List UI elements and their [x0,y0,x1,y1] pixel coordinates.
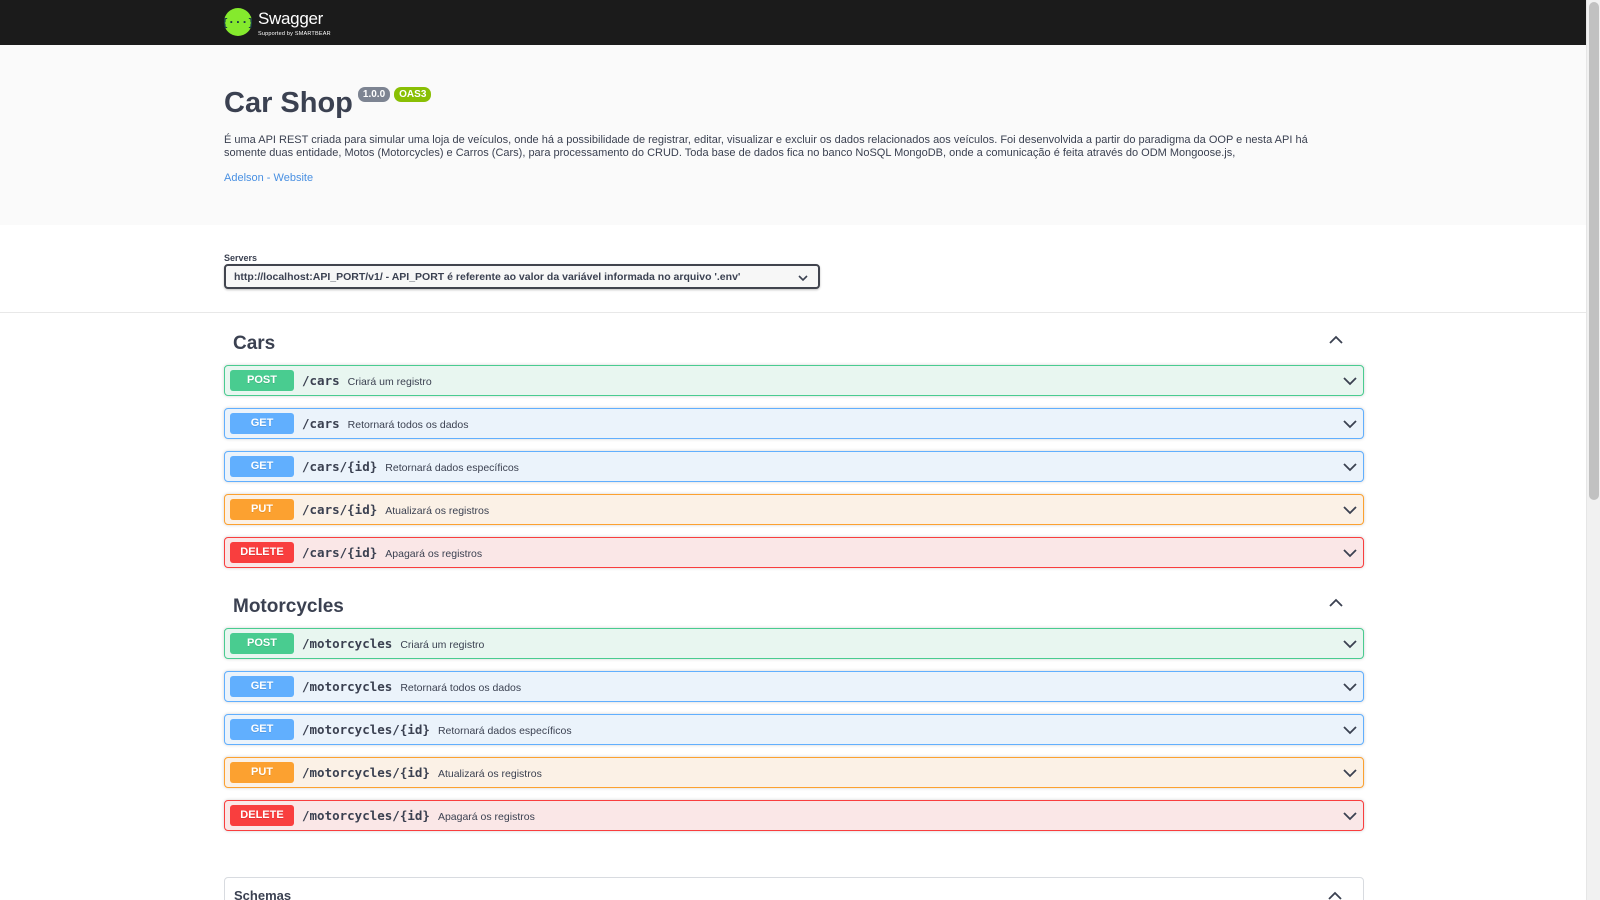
operation-path: /cars/{id} Atualizará os registros [302,502,490,517]
operation-path: /motorcycles Criará um registro [302,636,485,651]
chevron-down-icon[interactable] [1342,374,1358,392]
chevron-down-icon[interactable] [1342,503,1358,521]
operation-delete-motorcycle[interactable]: DELETE /motorcycles/{id} Apagará os regis… [224,800,1364,831]
api-description: É uma API REST criada para simular uma l… [224,134,1308,159]
logo-subtitle: Supported by SMARTBEAR [258,31,331,37]
operation-post-cars[interactable]: POST /cars Criará um registro [224,365,1364,396]
method-badge: GET [230,456,294,477]
version-badge: 1.0.0 [357,87,391,102]
api-title-row: Car Shop 1.0.0 OAS3 [224,85,432,121]
api-title: Car Shop [224,87,353,119]
method-badge: PUT [230,762,294,783]
operation-get-cars[interactable]: GET /cars Retornará todos os dados [224,408,1364,439]
operation-get-car-by-id[interactable]: GET /cars/{id} Retornará dados específico… [224,451,1364,482]
oas-badge: OAS3 [394,87,432,102]
operation-summary: Retornará dados específicos [437,725,572,737]
swagger-ui-page: {···} Swagger Supported by SMARTBEAR Car… [0,0,1600,900]
chevron-up-icon[interactable] [1327,889,1343,900]
operation-path: /motorcycles/{id} Retornará dados específ… [302,722,572,737]
operation-summary: Apagará os registros [437,811,535,823]
chevron-down-icon[interactable] [1342,809,1358,827]
swagger-logo-icon: {···} [224,8,252,36]
operation-summary: Apagará os registros [385,548,483,560]
tag-title: Motorcycles [233,596,344,617]
chevron-down-icon[interactable] [1342,417,1358,435]
operation-delete-car[interactable]: DELETE /cars/{id} Apagará os registros [224,537,1364,568]
servers-select[interactable]: http://localhost:API_PORT/v1/ - API_PORT… [224,264,820,289]
tag-header-cars[interactable]: Cars [224,313,1364,368]
operation-path: /motorcycles/{id} Apagará os registros [302,808,535,823]
operation-path: /cars/{id} Apagará os registros [302,545,483,560]
svg-text:{···}: {···} [224,16,252,29]
method-badge: GET [230,413,294,434]
servers-selected-value: http://localhost:API_PORT/v1/ - API_PORT… [234,271,741,283]
method-badge: PUT [230,499,294,520]
operation-post-motorcycles[interactable]: POST /motorcycles Criará um registro [224,628,1364,659]
operation-summary: Retornará dados específicos [385,462,519,474]
chevron-down-icon[interactable] [1342,680,1358,698]
servers-section: Servers http://localhost:API_PORT/v1/ - … [0,225,1586,313]
operation-summary: Atualizará os registros [385,505,490,517]
operation-summary: Criará um registro [400,639,485,651]
operation-summary: Retornará todos os dados [400,682,522,694]
chevron-down-icon[interactable] [1342,546,1358,564]
operation-summary: Retornará todos os dados [347,419,469,431]
operation-path: /cars/{id} Retornará dados específicos [302,459,519,474]
tag-title: Cars [233,333,276,354]
swagger-logo-link[interactable]: {···} Swagger Supported by SMARTBEAR [224,6,348,38]
servers-label: Servers [224,253,258,263]
operation-path: /cars Retornará todos os dados [302,416,469,431]
tag-header-motorcycles[interactable]: Motorcycles [224,576,1364,631]
topbar: {···} Swagger Supported by SMARTBEAR [0,0,1586,45]
chevron-down-icon[interactable] [1342,637,1358,655]
operations-area: Cars POST /cars Criará um registro GET /c… [0,313,1586,900]
chevron-down-icon[interactable] [1342,460,1358,478]
operation-get-motorcycles[interactable]: GET /motorcycles Retornará todos os dados [224,671,1364,702]
schemas-section[interactable]: Schemas [224,877,1364,900]
logo-wordmark: Swagger [258,9,323,28]
method-badge: POST [230,370,294,391]
contact-website-link[interactable]: Adelson - Website [224,172,313,184]
method-badge: GET [230,676,294,697]
operation-summary: Atualizará os registros [437,768,542,780]
operation-path: /motorcycles/{id} Atualizará os registros [302,765,542,780]
operation-path: /motorcycles Retornará todos os dados [302,679,522,694]
chevron-down-icon[interactable] [1342,766,1358,784]
operation-put-car[interactable]: PUT /cars/{id} Atualizará os registros [224,494,1364,525]
operation-put-motorcycle[interactable]: PUT /motorcycles/{id} Atualizará os regis… [224,757,1364,788]
scrollbar-thumb[interactable] [1589,2,1599,500]
method-badge: GET [230,719,294,740]
page-scrollbar[interactable] [1586,0,1600,900]
operation-path: /cars Criará um registro [302,373,432,388]
chevron-down-icon [798,273,808,285]
method-badge: DELETE [230,805,294,826]
schemas-title: Schemas [234,888,292,900]
operation-get-motorcycle-by-id[interactable]: GET /motorcycles/{id} Retornará dados esp… [224,714,1364,745]
chevron-up-icon[interactable] [1328,333,1344,351]
operation-summary: Criará um registro [347,376,432,388]
chevron-down-icon[interactable] [1342,723,1358,741]
method-badge: POST [230,633,294,654]
api-info: Car Shop 1.0.0 OAS3 É uma API REST criad… [0,45,1586,225]
method-badge: DELETE [230,542,294,563]
chevron-up-icon[interactable] [1328,596,1344,614]
